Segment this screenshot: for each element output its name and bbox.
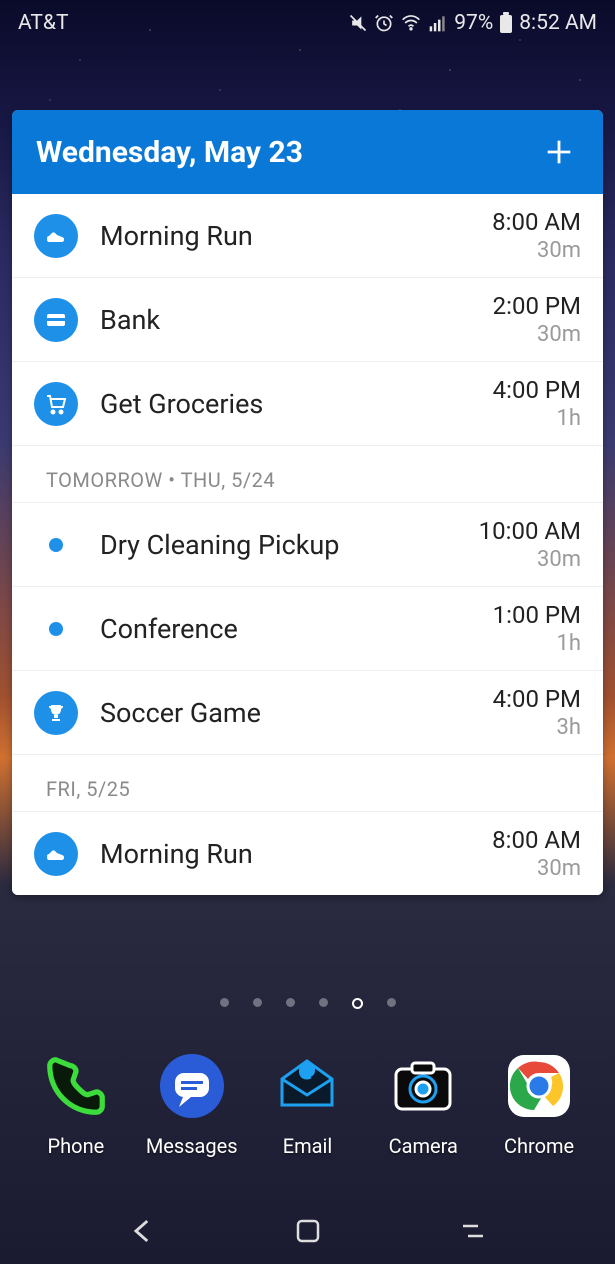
home-button[interactable] — [283, 1206, 333, 1256]
event-duration: 30m — [492, 856, 581, 881]
wifi-icon — [400, 13, 422, 33]
event-row[interactable]: Soccer Game4:00 PM3h — [12, 671, 603, 755]
event-time-block: 4:00 PM3h — [493, 685, 581, 740]
page-dot[interactable] — [319, 998, 328, 1007]
event-title: Soccer Game — [100, 697, 493, 729]
chrome-icon — [501, 1048, 577, 1124]
page-indicator[interactable] — [0, 998, 615, 1009]
event-time: 8:00 AM — [492, 826, 581, 854]
app-phone[interactable]: Phone — [26, 1048, 126, 1158]
camera-icon — [385, 1048, 461, 1124]
event-title: Conference — [100, 613, 493, 645]
app-camera[interactable]: Camera — [373, 1048, 473, 1158]
card-icon — [34, 298, 78, 342]
status-bar[interactable]: AT&T 97% 8:52 AM — [0, 0, 615, 46]
event-time: 2:00 PM — [493, 292, 581, 320]
event-title: Get Groceries — [100, 388, 493, 420]
event-time-block: 2:00 PM30m — [493, 292, 581, 347]
app-messages[interactable]: Messages — [142, 1048, 242, 1158]
status-right: 97% 8:52 AM — [348, 11, 597, 35]
battery-icon — [499, 12, 513, 34]
page-dot[interactable] — [286, 998, 295, 1007]
event-row[interactable]: Morning Run8:00 AM30m — [12, 812, 603, 895]
shoe-icon — [34, 214, 78, 258]
email-icon: @ — [269, 1048, 345, 1124]
app-label: Messages — [146, 1134, 238, 1158]
event-title: Morning Run — [100, 220, 492, 252]
page-dot[interactable] — [387, 998, 396, 1007]
event-time: 8:00 AM — [492, 208, 581, 236]
section-header: TOMORROW • THU, 5/24 — [12, 446, 603, 503]
event-time-block: 8:00 AM30m — [492, 826, 581, 881]
event-time: 10:00 AM — [479, 517, 581, 545]
event-duration: 30m — [492, 238, 581, 263]
event-duration: 1h — [493, 406, 581, 431]
app-email[interactable]: @ Email — [257, 1048, 357, 1158]
event-duration: 1h — [493, 631, 581, 656]
trophy-icon — [34, 691, 78, 735]
carrier-label: AT&T — [18, 11, 69, 35]
clock-label: 8:52 AM — [519, 11, 597, 35]
app-label: Chrome — [504, 1134, 574, 1158]
page-dot[interactable] — [220, 998, 229, 1007]
event-title: Morning Run — [100, 838, 492, 870]
event-title: Bank — [100, 304, 493, 336]
event-row[interactable]: Bank2:00 PM30m — [12, 278, 603, 362]
app-label: Camera — [389, 1134, 458, 1158]
add-event-button[interactable] — [539, 132, 579, 172]
app-label: Phone — [48, 1134, 105, 1158]
event-row[interactable]: Morning Run8:00 AM30m — [12, 194, 603, 278]
mute-icon — [348, 13, 368, 33]
event-time-block: 8:00 AM30m — [492, 208, 581, 263]
app-chrome[interactable]: Chrome — [489, 1048, 589, 1158]
event-time: 4:00 PM — [493, 376, 581, 404]
event-time: 1:00 PM — [493, 601, 581, 629]
event-dot-icon — [49, 538, 63, 552]
event-time: 4:00 PM — [493, 685, 581, 713]
back-button[interactable] — [118, 1206, 168, 1256]
navigation-bar — [0, 1198, 615, 1264]
event-time-block: 10:00 AM30m — [479, 517, 581, 572]
page-dot[interactable] — [352, 998, 363, 1009]
widget-title: Wednesday, May 23 — [36, 135, 303, 170]
event-dot-icon — [49, 622, 63, 636]
widget-header[interactable]: Wednesday, May 23 — [12, 110, 603, 194]
phone-icon — [38, 1048, 114, 1124]
signal-icon — [428, 13, 448, 33]
alarm-icon — [374, 13, 394, 33]
section-header: FRI, 5/25 — [12, 755, 603, 812]
event-duration: 30m — [493, 322, 581, 347]
app-dock: Phone Messages @ Email Camera Chrome — [0, 1048, 615, 1158]
event-row[interactable]: Get Groceries4:00 PM1h — [12, 362, 603, 446]
event-row[interactable]: Conference1:00 PM1h — [12, 587, 603, 671]
event-duration: 3h — [493, 715, 581, 740]
app-label: Email — [283, 1134, 333, 1158]
cart-icon — [34, 382, 78, 426]
calendar-widget: Wednesday, May 23 Morning Run8:00 AM30mB… — [12, 110, 603, 895]
event-duration: 30m — [479, 547, 581, 572]
page-dot[interactable] — [253, 998, 262, 1007]
shoe-icon — [34, 832, 78, 876]
svg-text:@: @ — [300, 1060, 314, 1079]
recents-button[interactable] — [448, 1206, 498, 1256]
event-time-block: 4:00 PM1h — [493, 376, 581, 431]
battery-percent: 97% — [454, 11, 493, 35]
event-time-block: 1:00 PM1h — [493, 601, 581, 656]
event-title: Dry Cleaning Pickup — [100, 529, 479, 561]
event-row[interactable]: Dry Cleaning Pickup10:00 AM30m — [12, 503, 603, 587]
messages-icon — [154, 1048, 230, 1124]
